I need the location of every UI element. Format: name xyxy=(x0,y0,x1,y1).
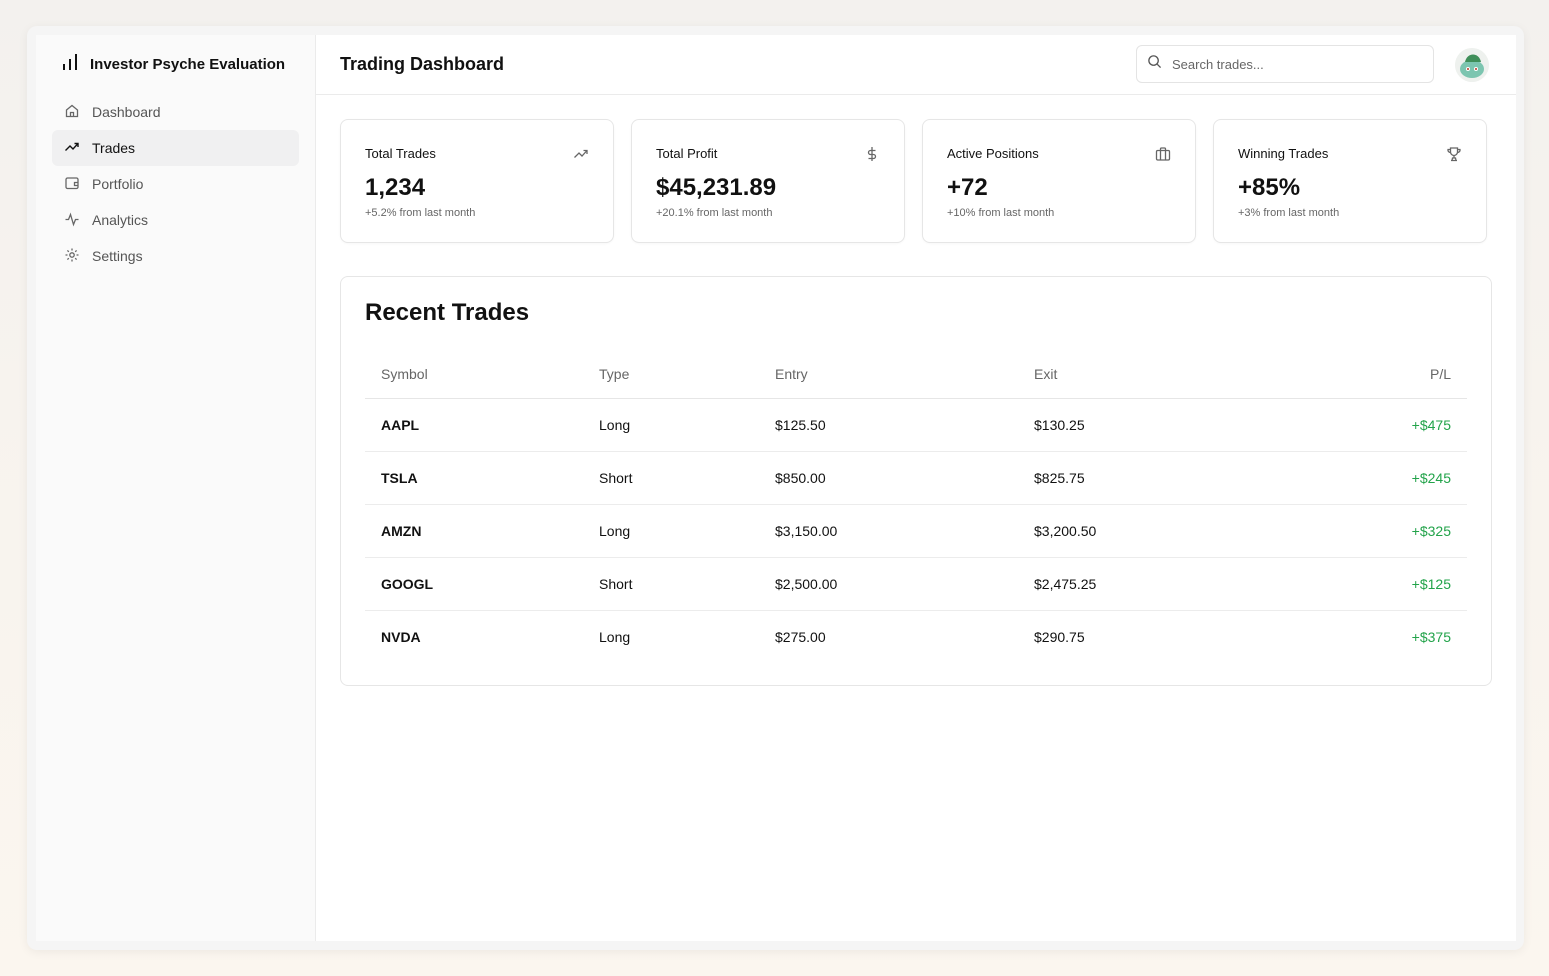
sidebar-item-analytics[interactable]: Analytics xyxy=(52,202,299,238)
cell-symbol: AAPL xyxy=(365,398,583,452)
stat-change: +20.1% from last month xyxy=(656,207,773,219)
stat-change: +5.2% from last month xyxy=(365,207,476,219)
cell-pl: +$125 xyxy=(1273,557,1467,611)
cell-exit: $2,475.25 xyxy=(1018,557,1274,611)
cell-symbol: GOOGL xyxy=(365,557,583,611)
brand[interactable]: Investor Psyche Evaluation xyxy=(62,53,285,76)
search-box[interactable] xyxy=(1136,45,1434,83)
stat-card-active-positions: Active Positions +72 +10% from last mont… xyxy=(922,119,1196,243)
table-header-row: Symbol Type Entry Exit P/L xyxy=(365,350,1467,399)
cell-symbol: TSLA xyxy=(365,451,583,505)
sidebar-item-settings[interactable]: Settings xyxy=(52,238,299,274)
dollar-icon xyxy=(864,146,880,162)
top-header: Trading Dashboard xyxy=(316,35,1516,95)
cell-entry: $2,500.00 xyxy=(759,557,1018,611)
app-frame: Investor Psyche Evaluation Dashboard Tra… xyxy=(36,35,1516,941)
wallet-icon xyxy=(64,175,80,194)
cell-type: Long xyxy=(599,629,631,645)
section-title: Recent Trades xyxy=(365,299,530,326)
stat-card-total-trades: Total Trades 1,234 +5.2% from last month xyxy=(340,119,614,243)
cell-entry: $850.00 xyxy=(759,451,1018,505)
cell-exit: $130.25 xyxy=(1018,398,1274,452)
stat-title: Total Profit xyxy=(656,146,718,161)
briefcase-icon xyxy=(1155,146,1171,162)
stat-title: Active Positions xyxy=(947,146,1039,161)
cell-type: Short xyxy=(583,451,759,505)
cell-pl: +$245 xyxy=(1273,451,1467,505)
recent-trades-panel: Recent Trades Symbol Type Entry Exit P/L xyxy=(340,276,1492,686)
trending-up-icon xyxy=(64,139,80,158)
sidebar-item-label: Analytics xyxy=(92,212,149,228)
sidebar-nav: Dashboard Trades Portfolio Analytics Set… xyxy=(52,94,299,274)
cell-pl: +$475 xyxy=(1273,398,1467,452)
table-row[interactable]: GOOGL Short $2,500.00 $2,475.25 +$125 xyxy=(365,557,1467,611)
cell-pl: +$325 xyxy=(1273,504,1467,558)
column-header-symbol[interactable]: Symbol xyxy=(365,350,583,399)
cell-type: Long xyxy=(583,504,759,558)
app-title: Investor Psyche Evaluation xyxy=(90,56,286,73)
table-row[interactable]: AMZN Long $3,150.00 $3,200.50 +$325 xyxy=(365,504,1467,558)
sidebar-item-dashboard[interactable]: Dashboard xyxy=(52,94,299,130)
search-icon xyxy=(1147,54,1162,74)
stat-card-winning-trades: Winning Trades +85% +3% from last month xyxy=(1213,119,1487,243)
sidebar-item-label: Settings xyxy=(92,248,143,264)
bar-chart-icon xyxy=(62,53,78,76)
column-header-type[interactable]: Type xyxy=(583,350,759,399)
stat-title: Total Trades xyxy=(365,146,436,161)
sidebar-item-trades[interactable]: Trades xyxy=(52,130,299,166)
cell-exit: $3,200.50 xyxy=(1018,504,1274,558)
column-header-pl[interactable]: P/L xyxy=(1273,350,1467,399)
column-header-entry[interactable]: Entry xyxy=(759,350,1018,399)
stat-value: +72 xyxy=(947,174,988,201)
stat-title: Winning Trades xyxy=(1238,146,1329,161)
cell-symbol: NVDA xyxy=(381,629,421,645)
gear-icon xyxy=(64,247,80,266)
activity-icon xyxy=(64,211,80,230)
table-row[interactable]: TSLA Short $850.00 $825.75 +$245 xyxy=(365,451,1467,505)
home-icon xyxy=(64,103,80,122)
sidebar-item-portfolio[interactable]: Portfolio xyxy=(52,166,299,202)
stat-value: +85% xyxy=(1238,174,1301,201)
trophy-icon xyxy=(1446,146,1462,162)
stat-change: +10% from last month xyxy=(947,207,1055,219)
stat-value: $45,231.89 xyxy=(656,174,777,201)
sidebar: Investor Psyche Evaluation Dashboard Tra… xyxy=(36,35,316,941)
app-window: Investor Psyche Evaluation Dashboard Tra… xyxy=(27,26,1524,950)
cell-entry: $3,150.00 xyxy=(759,504,1018,558)
table-row[interactable]: AAPL Long $125.50 $130.25 +$475 xyxy=(365,398,1467,452)
dashboard-content: Total Trades 1,234 +5.2% from last month… xyxy=(340,119,1492,686)
cell-exit: $825.75 xyxy=(1018,451,1274,505)
cell-entry: $275.00 xyxy=(775,629,826,645)
stats-cards: Total Trades 1,234 +5.2% from last month… xyxy=(340,119,1492,243)
search-input[interactable] xyxy=(1170,55,1414,73)
cell-type: Long xyxy=(583,398,759,452)
cell-pl: +$375 xyxy=(1411,629,1451,645)
trades-table: Symbol Type Entry Exit P/L AAPL Long $12… xyxy=(365,350,1467,663)
sidebar-item-label: Portfolio xyxy=(92,176,144,192)
page-title: Trading Dashboard xyxy=(340,54,505,74)
sidebar-item-label: Dashboard xyxy=(92,104,161,120)
stat-change: +3% from last month xyxy=(1238,207,1340,219)
sidebar-item-label: Trades xyxy=(92,140,136,156)
avatar[interactable] xyxy=(1455,48,1489,82)
stat-value: 1,234 xyxy=(365,174,426,201)
cell-symbol: AMZN xyxy=(365,504,583,558)
column-header-exit[interactable]: Exit xyxy=(1018,350,1274,399)
stat-card-total-profit: Total Profit $45,231.89 +20.1% from last… xyxy=(631,119,905,243)
cell-exit: $290.75 xyxy=(1034,629,1085,645)
table-row[interactable]: NVDA Long $275.00 $290.75 +$375 xyxy=(365,611,1467,664)
cell-type: Short xyxy=(583,557,759,611)
trending-up-icon xyxy=(573,146,589,162)
main-area: Trading Dashboard Search trades... Total… xyxy=(316,35,1516,941)
cell-entry: $125.50 xyxy=(759,398,1018,452)
